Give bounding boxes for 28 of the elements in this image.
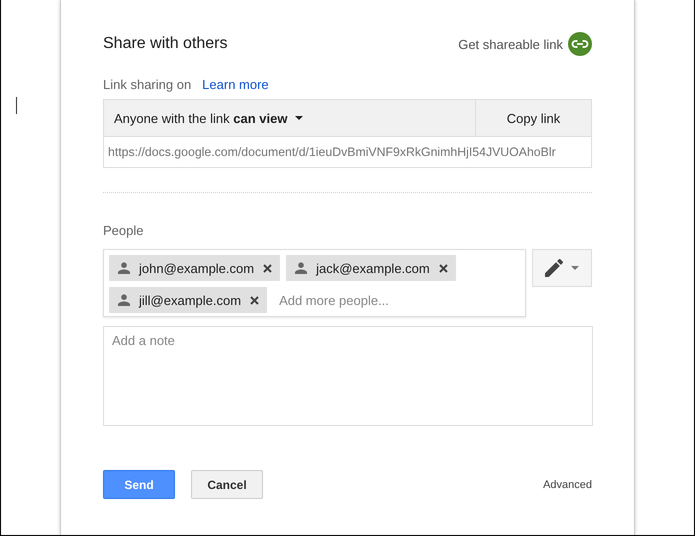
dialog-title: Share with others — [103, 35, 228, 53]
people-label: People — [103, 223, 144, 238]
remove-icon[interactable] — [250, 296, 260, 304]
email-chip[interactable]: jack@example.com — [286, 255, 456, 281]
email-chip-text: jill@example.com — [139, 292, 242, 308]
link-icon — [568, 32, 592, 56]
note-field[interactable]: Add a note — [103, 326, 593, 426]
pencil-icon — [545, 259, 564, 277]
person-icon — [295, 262, 308, 274]
dropdown-arrow-icon — [295, 116, 304, 120]
link-url-field[interactable]: https://docs.google.com/document/d/1ieuDvBmiVNF9xRkGnimhHjI54JVUOAhoBlr — [104, 137, 591, 167]
email-chip-text: john@example.com — [139, 260, 254, 276]
remove-icon[interactable] — [263, 264, 272, 272]
text-cursor — [16, 97, 17, 114]
email-chip-text: jack@example.com — [316, 260, 430, 276]
email-chip[interactable]: john@example.com — [109, 255, 280, 281]
person-icon — [118, 294, 130, 306]
person-icon — [118, 262, 130, 274]
learn-more-link[interactable]: Learn more — [202, 77, 269, 92]
get-shareable-link-button[interactable]: Get shareable link — [458, 32, 592, 56]
link-sharing-label: Link sharing on — [103, 77, 192, 92]
dropdown-arrow-icon — [571, 266, 580, 270]
people-field[interactable]: john@example.com jack@example.com jill@example.com Add more people... — [103, 249, 526, 317]
cancel-button[interactable]: Cancel — [191, 470, 263, 499]
permission-dropdown[interactable] — [532, 249, 592, 287]
remove-icon[interactable] — [438, 264, 448, 272]
email-chip[interactable]: jill@example.com — [109, 287, 268, 313]
advanced-link[interactable]: Advanced — [543, 478, 592, 490]
